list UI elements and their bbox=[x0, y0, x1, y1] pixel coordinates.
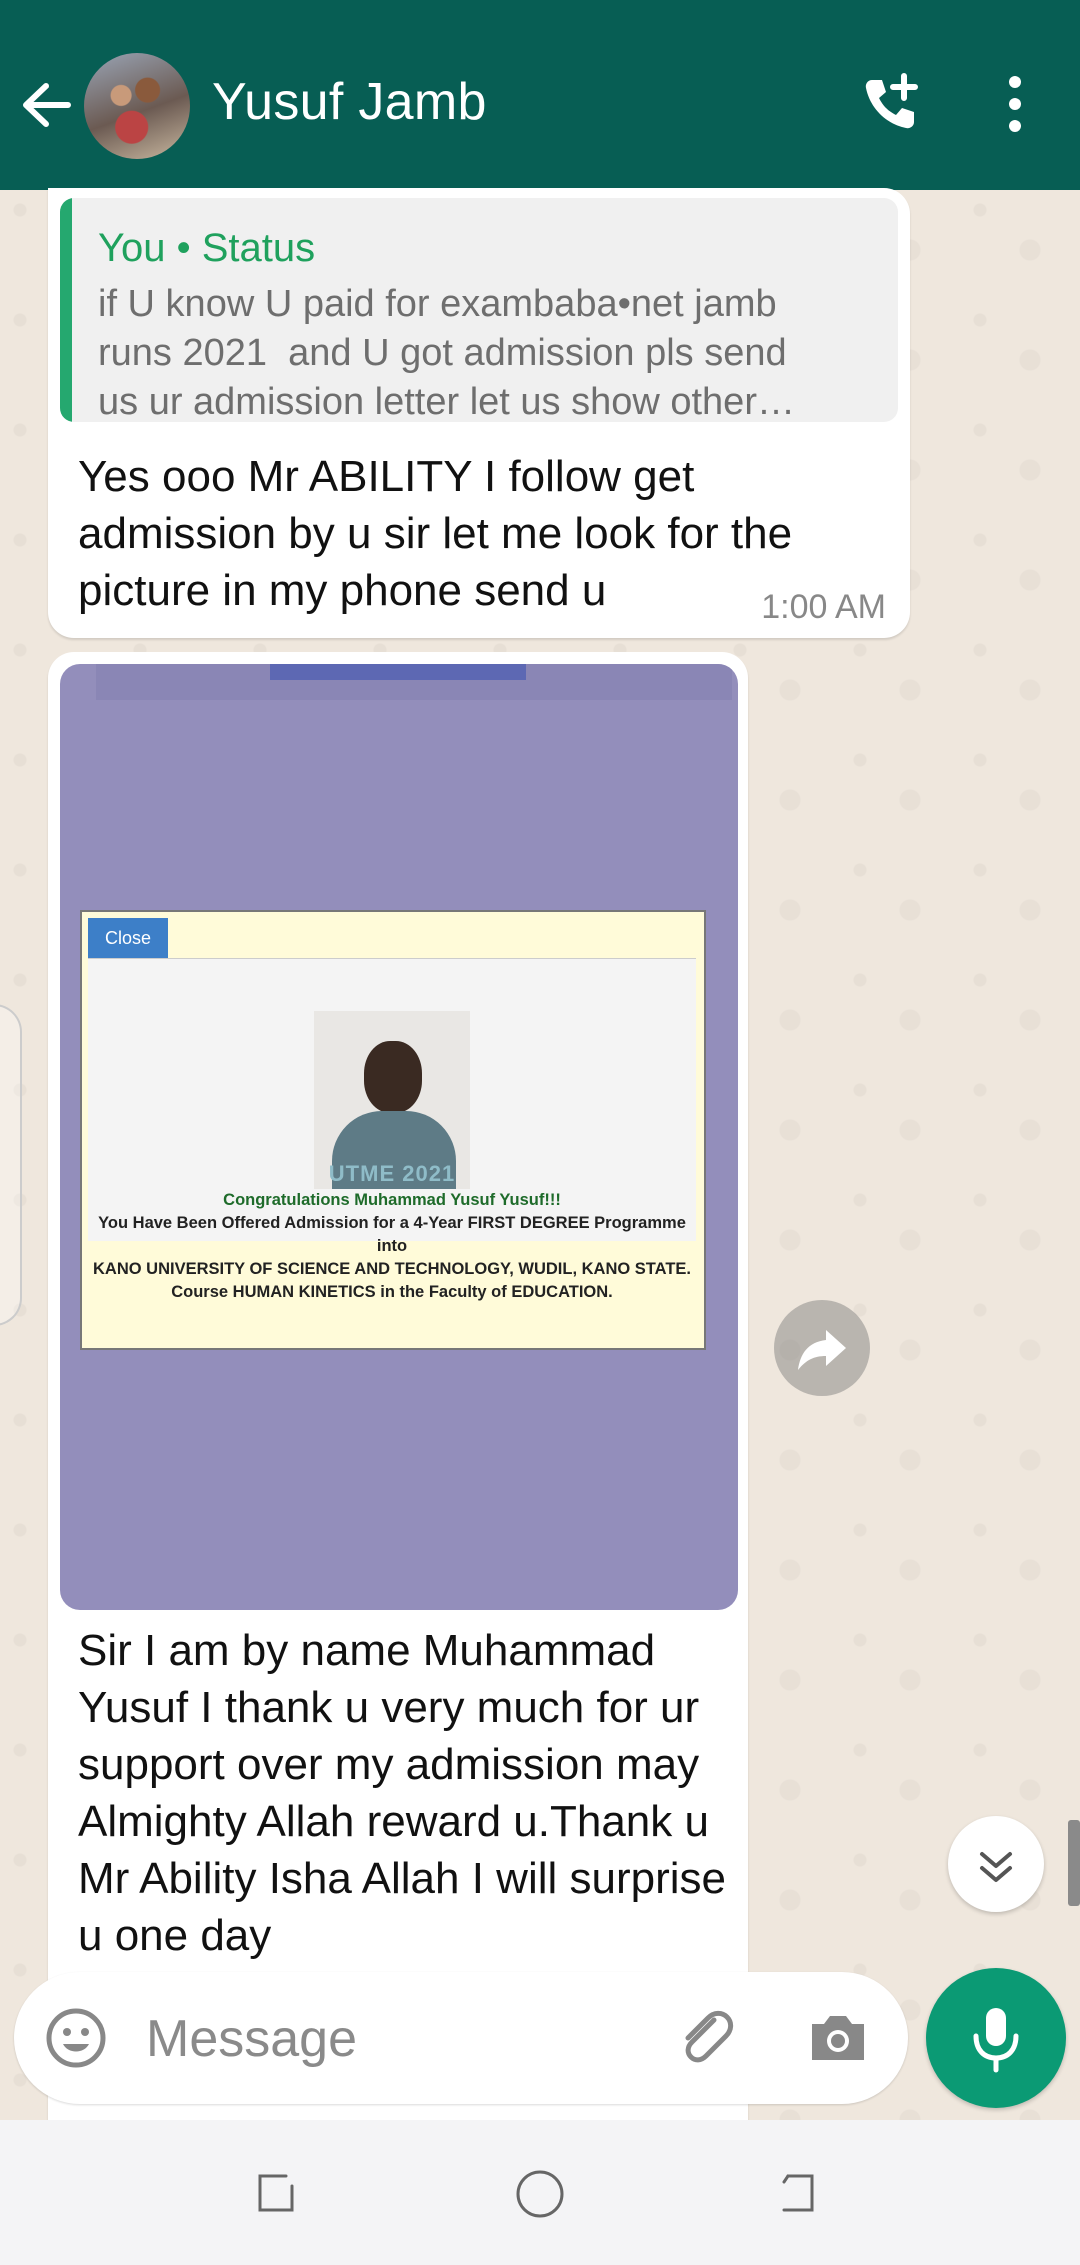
photo-head bbox=[364, 1041, 422, 1113]
cert-line: You Have Been Offered Admission for a 4-… bbox=[98, 1214, 686, 1255]
passport-photo: UTME 2021 bbox=[314, 1011, 470, 1189]
photo-watermark: UTME 2021 bbox=[328, 1161, 456, 1186]
forward-icon bbox=[798, 1330, 846, 1370]
admission-text: Congratulations Muhammad Yusuf Yusuf!!! … bbox=[88, 1189, 696, 1304]
forward-button[interactable] bbox=[774, 1300, 870, 1396]
cert-line: KANO UNIVERSITY OF SCIENCE AND TECHNOLOG… bbox=[93, 1260, 691, 1278]
message-composer bbox=[14, 1972, 908, 2104]
system-nav-bar bbox=[0, 2120, 1080, 2265]
popup-close-label: Close bbox=[88, 918, 168, 958]
arrow-left-icon bbox=[23, 83, 71, 127]
double-chevron-down-icon bbox=[980, 1852, 1012, 1882]
add-call-button[interactable] bbox=[858, 72, 922, 136]
message-image[interactable]: Close UTME 2021 Congratulations Muhammad… bbox=[60, 664, 738, 1610]
cert-line: Course HUMAN KINETICS in the Faculty of … bbox=[171, 1283, 613, 1301]
recent-apps-icon bbox=[258, 2174, 294, 2212]
scrollbar[interactable] bbox=[1068, 1820, 1080, 1906]
microphone-icon bbox=[973, 2008, 1019, 2073]
camera-button[interactable] bbox=[806, 2006, 870, 2070]
camera-icon bbox=[812, 2016, 864, 2060]
image-top-tab bbox=[270, 664, 526, 680]
message-text: Sir I am by name Muhammad Yusuf I thank … bbox=[78, 1626, 726, 1960]
side-panel-handle[interactable] bbox=[0, 1004, 22, 1326]
emoji-button[interactable] bbox=[44, 2006, 108, 2070]
home-circle-icon bbox=[516, 2170, 564, 2218]
add-call-icon bbox=[865, 73, 918, 129]
quote-title: You • Status bbox=[98, 226, 316, 270]
cert-title: Congratulations Muhammad Yusuf Yusuf!!! bbox=[223, 1191, 561, 1209]
avatar[interactable] bbox=[84, 53, 190, 159]
back-button[interactable] bbox=[18, 70, 78, 140]
quote-accent-bar bbox=[60, 198, 72, 422]
back-nav-button[interactable] bbox=[770, 2164, 830, 2224]
paperclip-icon bbox=[685, 2010, 734, 2063]
chat-header: Yusuf Jamb bbox=[0, 0, 1080, 190]
message-bubble[interactable]: Close UTME 2021 Congratulations Muhammad… bbox=[48, 652, 748, 2172]
message-input[interactable] bbox=[144, 2002, 648, 2076]
popup-content: UTME 2021 Congratulations Muhammad Yusuf… bbox=[88, 958, 696, 1301]
admission-letter-popup: Close UTME 2021 Congratulations Muhammad… bbox=[80, 910, 706, 1350]
home-button[interactable] bbox=[510, 2164, 570, 2224]
voice-record-button[interactable] bbox=[926, 1968, 1066, 2108]
scroll-to-bottom-button[interactable] bbox=[948, 1816, 1044, 1912]
contact-name[interactable]: Yusuf Jamb bbox=[212, 72, 487, 132]
message-time: 1:00 AM bbox=[761, 588, 886, 626]
back-nav-icon bbox=[782, 2174, 814, 2212]
quote-text: if U know U paid for exambaba•net jamb r… bbox=[98, 283, 795, 422]
attach-button[interactable] bbox=[674, 2006, 738, 2070]
message-bubble[interactable]: You • Status if U know U paid for examba… bbox=[48, 188, 910, 638]
more-options-button[interactable] bbox=[990, 72, 1040, 136]
more-vertical-icon bbox=[1009, 76, 1021, 132]
recent-apps-button[interactable] bbox=[246, 2164, 306, 2224]
quoted-status[interactable]: You • Status if U know U paid for examba… bbox=[60, 198, 898, 422]
emoji-icon bbox=[46, 2008, 106, 2068]
